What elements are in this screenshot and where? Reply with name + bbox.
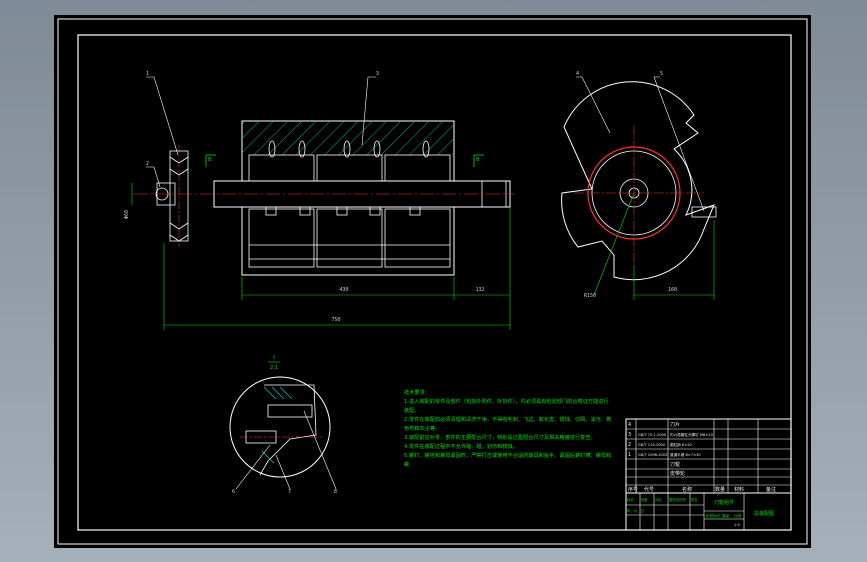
outer-border xyxy=(57,18,808,545)
parts-row-1-no: 4 xyxy=(628,422,631,428)
parts-row-2-name: 内六角圆柱头螺钉 M8×20 xyxy=(670,432,714,437)
cad-drawing: 430 132 750 Φ60 B B 1 2 3 R150 160 4 5 I… xyxy=(57,18,808,545)
header-note: 备注 xyxy=(766,486,776,493)
parts-row-1-name: 刀片 xyxy=(670,421,680,428)
end-view: R150 160 4 5 xyxy=(561,71,717,300)
dim-end-radius: R150 xyxy=(584,293,596,299)
balloon-1: 1 xyxy=(146,71,149,77)
detail-view: I 2:1 6 7 8 xyxy=(229,355,337,495)
technical-notes: 技术要求 1.进入装配的零件及部件（包括外购件、外协件），均必须具有检验部门的合… xyxy=(404,388,611,468)
sign-label-5: 签名 xyxy=(691,497,698,502)
section-mark-right: B xyxy=(476,157,480,163)
parts-row-2-code: GB/T 70.1-2000 xyxy=(638,433,667,437)
parts-row-3-name: 圆柱销 6×20 xyxy=(670,442,693,447)
note-line-6: 4.零件在装配过程中不允许磕、碰、划伤和锈蚀。 xyxy=(404,442,518,450)
parts-row-5-name: 刀辊 xyxy=(670,461,680,468)
notes-title: 技术要求 xyxy=(404,388,426,396)
dim-body-length: 430 xyxy=(339,287,348,293)
sign-label-1: 标记 xyxy=(627,497,634,502)
hatch-top xyxy=(242,121,454,155)
dim-end-offset: 160 xyxy=(668,287,677,293)
front-view: 430 132 750 Φ60 B B 1 2 3 xyxy=(124,71,514,330)
parts-row-4-no: 1 xyxy=(628,452,631,458)
sign-label-2: 处数 xyxy=(641,497,648,502)
parts-row-3-code: GB/T 119-2000 xyxy=(638,443,666,447)
parts-row-2-no: 3 xyxy=(628,432,631,438)
note-line-1: 1.进入装配的零件及部件（包括外购件、外协件），均必须具有检验部门的合格证方能进… xyxy=(404,397,609,405)
sign-label-4: 更改文件号 xyxy=(669,497,687,502)
stage-label-2: 重量 xyxy=(722,513,730,518)
balloon-5: 5 xyxy=(660,71,663,77)
detail-circle xyxy=(229,376,331,478)
title-block: 4 刀片 3 GB/T 70.1-2000 内六角圆柱头螺钉 M8×20 2 G… xyxy=(625,418,792,531)
parts-row-6-name: 皮带轮 xyxy=(670,470,685,477)
parts-row-3-no: 2 xyxy=(628,442,631,448)
header-name: 名称 xyxy=(682,486,692,493)
parts-row-4-name: 普通平键 8×7×30 xyxy=(670,452,701,457)
parts-row-4-code: GB/T 1096-2003 xyxy=(638,453,667,457)
drawing-title: 刀辊组件 xyxy=(714,499,734,506)
pulley xyxy=(155,150,189,242)
section-mark-left: B xyxy=(208,157,212,163)
header-no: 序号 xyxy=(628,486,638,493)
scale-value: 1:5 xyxy=(734,523,740,527)
sign-label-3: 分区 xyxy=(655,497,662,502)
balloon-3: 3 xyxy=(376,71,379,77)
header-material: 材料 xyxy=(734,486,744,493)
balloon-6: 6 xyxy=(232,489,235,495)
detail-label: I xyxy=(273,355,275,361)
note-line-5: 3.装配前应对零、部件的主要配合尺寸，特别是过盈配合尺寸及相关精度进行复查。 xyxy=(404,433,596,441)
drawing-name: 总装配图 xyxy=(754,510,774,517)
stage-label-3: 比例 xyxy=(734,513,742,518)
note-line-3: 2.零件在装配前必须清理和清洗干净，不得有毛刺、飞边、氧化皮、锈蚀、切屑、油污、… xyxy=(404,415,611,423)
balloon-4: 4 xyxy=(576,71,579,77)
dim-overall-length: 750 xyxy=(331,317,340,323)
balloon-2: 2 xyxy=(146,161,149,167)
header-code: 代号 xyxy=(644,486,654,493)
dim-shaft-extension: 132 xyxy=(475,287,484,293)
sign-label-6: 年、月、日 xyxy=(627,508,644,513)
note-line-7: 5.螺钉、螺栓和螺母紧固时，严禁打击或使用不合适的旋具和扳手。紧固后螺钉槽、螺母… xyxy=(404,451,611,459)
balloon-8: 8 xyxy=(334,489,337,495)
balloon-7: 7 xyxy=(288,489,291,495)
stage-label-1: 阶段标记 xyxy=(706,513,721,518)
end-view-outline xyxy=(561,81,715,281)
note-line-8: 螺 xyxy=(404,460,409,468)
header-qty: 数量 xyxy=(715,486,725,493)
note-line-4: 色剂和灰尘等。 xyxy=(404,424,440,432)
cad-viewport[interactable]: 430 132 750 Φ60 B B 1 2 3 R150 160 4 5 I… xyxy=(54,15,811,548)
note-line-2: 装配。 xyxy=(404,406,420,414)
dim-pulley-dia: Φ60 xyxy=(124,210,130,219)
detail-scale: 2:1 xyxy=(270,365,278,371)
